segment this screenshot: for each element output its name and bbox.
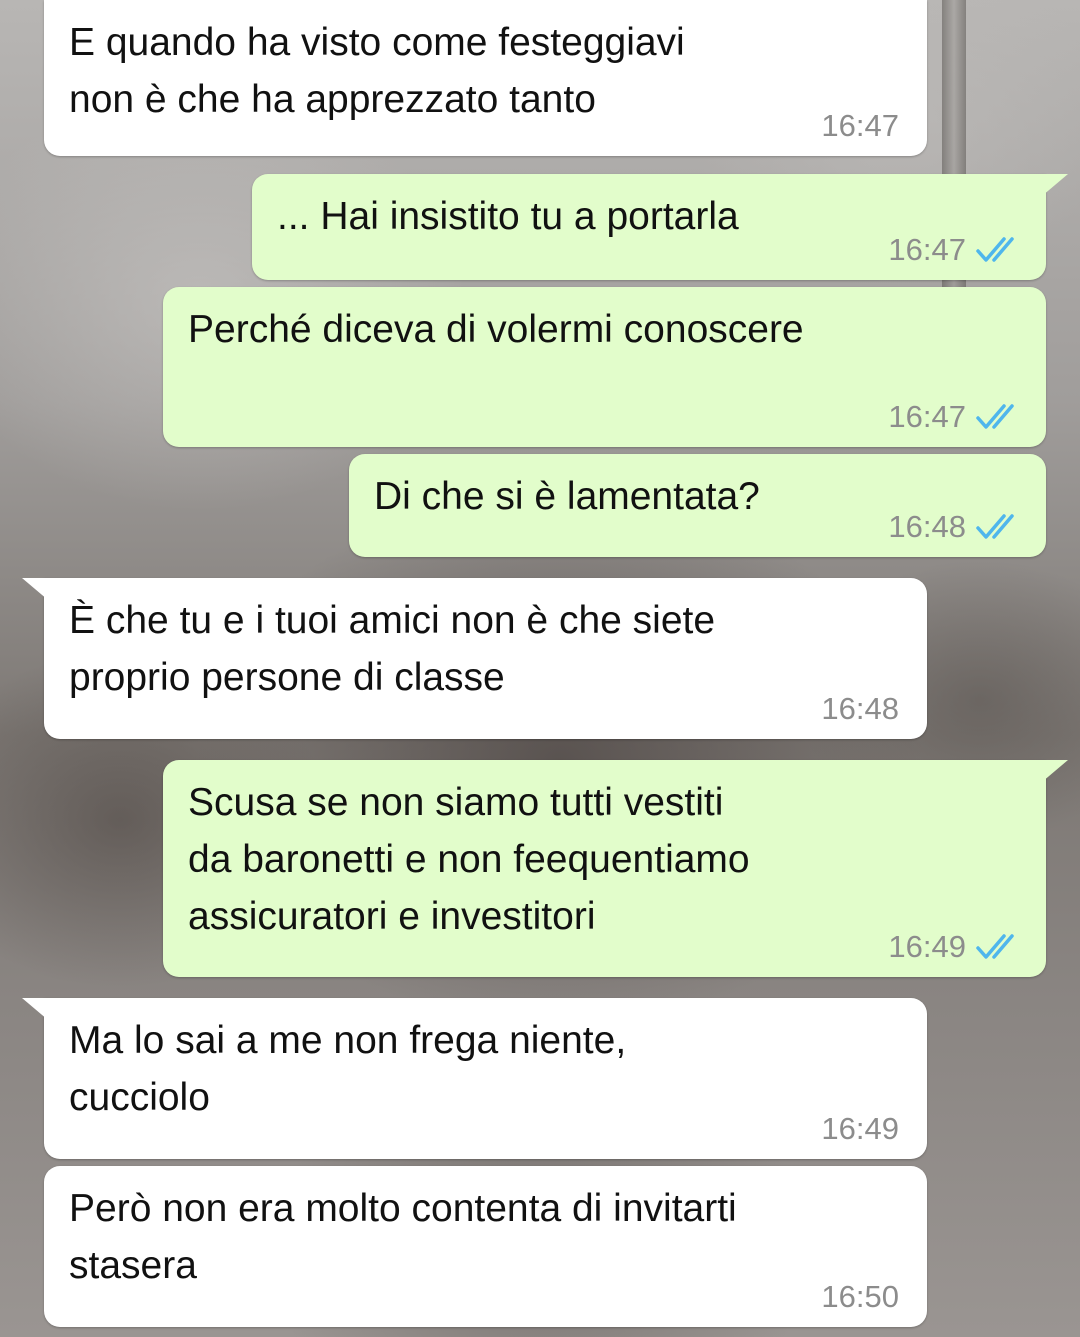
message-text: È che tu e i tuoi amici non è che siete … — [69, 599, 716, 699]
message-time: 16:47 — [888, 232, 966, 267]
double-check-icon — [976, 933, 1020, 961]
message-time: 16:48 — [888, 509, 966, 544]
message-bubble-outgoing[interactable]: Scusa se non siamo tutti vestiti da baro… — [163, 760, 1068, 977]
message-meta: 16:48 — [888, 509, 1020, 545]
message-time: 16:50 — [821, 1279, 899, 1314]
message-meta: 16:47 — [888, 232, 1020, 268]
message-bubble-outgoing[interactable]: Perché diceva di volermi conoscere 16:47 — [163, 287, 1046, 447]
message-bubble-incoming[interactable]: Ma lo sai a me non frega niente, cucciol… — [22, 998, 927, 1159]
message-text: ... Hai insistito tu a portarla — [277, 195, 739, 238]
message-time: 16:49 — [888, 929, 966, 964]
message-text: Perché diceva di volermi conoscere — [188, 308, 804, 351]
message-meta: 16:49 — [888, 929, 1020, 965]
message-time: 16:47 — [888, 399, 966, 434]
message-meta: 16:47 — [888, 399, 1020, 435]
message-bubble-outgoing[interactable]: ... Hai insistito tu a portarla 16:47 — [252, 174, 1068, 280]
message-bubble-incoming[interactable]: Però non era molto contenta di invitarti… — [44, 1166, 927, 1327]
message-time: 16:49 — [821, 1111, 899, 1146]
message-meta: 16:48 — [821, 691, 899, 727]
double-check-icon — [976, 513, 1020, 541]
message-text: Di che si è lamentata? — [374, 475, 760, 518]
double-check-icon — [976, 403, 1020, 431]
message-text: Ma lo sai a me non frega niente, cucciol… — [69, 1019, 627, 1119]
message-time: 16:47 — [821, 108, 899, 143]
double-check-icon — [976, 236, 1020, 264]
message-bubble-incoming[interactable]: È che tu e i tuoi amici non è che siete … — [22, 578, 927, 739]
message-list[interactable]: E quando ha visto come festeggiavi non è… — [0, 0, 1080, 1337]
message-meta: 16:49 — [821, 1111, 899, 1147]
message-time: 16:48 — [821, 691, 899, 726]
message-text: E quando ha visto come festeggiavi non è… — [69, 21, 685, 121]
message-bubble-outgoing[interactable]: Di che si è lamentata? 16:48 — [349, 454, 1046, 557]
message-text: Però non era molto contenta di invitarti… — [69, 1187, 737, 1287]
message-meta: 16:50 — [821, 1279, 899, 1315]
message-meta: 16:47 — [821, 108, 899, 144]
message-text: Scusa se non siamo tutti vestiti da baro… — [188, 781, 750, 938]
message-bubble-incoming[interactable]: E quando ha visto come festeggiavi non è… — [44, 0, 927, 156]
